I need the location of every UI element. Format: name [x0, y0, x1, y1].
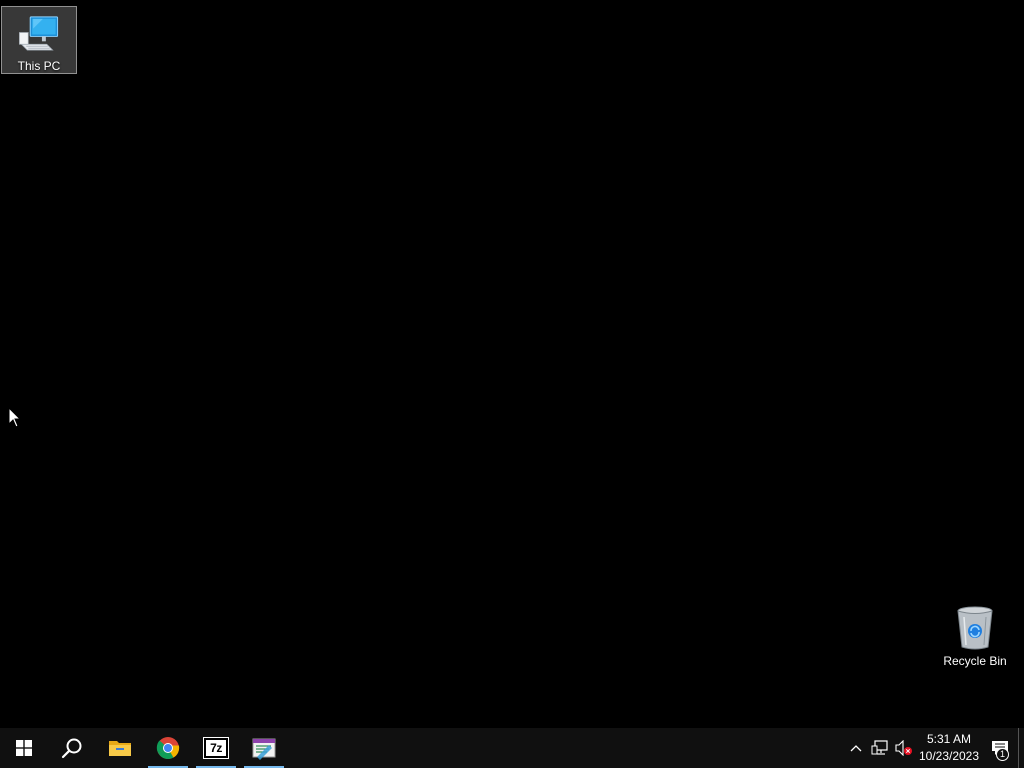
- editor-icon: [252, 738, 276, 760]
- search-button[interactable]: [48, 728, 96, 768]
- search-icon: [61, 738, 82, 759]
- volume-button[interactable]: [892, 728, 916, 768]
- network-icon: [871, 740, 888, 755]
- clock[interactable]: 5:31 AM 10/23/2023: [916, 731, 982, 765]
- file-explorer-button[interactable]: [96, 728, 144, 768]
- recycle-bin-desktop-icon[interactable]: Recycle Bin: [937, 601, 1013, 671]
- action-center-button[interactable]: 1: [982, 728, 1018, 768]
- show-hidden-icons-button[interactable]: [844, 728, 868, 768]
- clock-date: 10/23/2023: [918, 749, 980, 763]
- start-button[interactable]: [0, 728, 48, 768]
- editor-button[interactable]: [240, 728, 288, 768]
- system-tray: 5:31 AM 10/23/2023 1: [844, 728, 1024, 768]
- this-pc-desktop-icon[interactable]: This PC: [1, 6, 77, 74]
- chrome-icon: [156, 737, 180, 759]
- 7zip-icon: 7z: [203, 737, 229, 759]
- show-desktop-button[interactable]: [1018, 728, 1024, 768]
- clock-time: 5:31 AM: [926, 732, 972, 746]
- desktop[interactable]: This PC Recycle Bin: [0, 0, 1024, 728]
- windows-logo-icon: [16, 740, 32, 756]
- chrome-button[interactable]: [144, 728, 192, 768]
- recycle-bin-icon: [957, 606, 993, 650]
- chevron-up-icon: [850, 745, 862, 752]
- network-button[interactable]: [868, 728, 892, 768]
- file-explorer-icon: [109, 741, 131, 756]
- computer-icon: [19, 16, 59, 51]
- this-pc-label: This PC: [17, 59, 61, 73]
- 7zip-icon-text: 7z: [210, 741, 222, 755]
- notification-count-badge: 1: [996, 748, 1009, 761]
- 7zip-button[interactable]: 7z: [192, 728, 240, 768]
- volume-muted-icon: [895, 740, 912, 756]
- recycle-bin-label: Recycle Bin: [943, 654, 1007, 668]
- mouse-cursor-icon: [8, 407, 22, 428]
- taskbar: 7z 5:31 AM 10/23/2023 1: [0, 728, 1024, 768]
